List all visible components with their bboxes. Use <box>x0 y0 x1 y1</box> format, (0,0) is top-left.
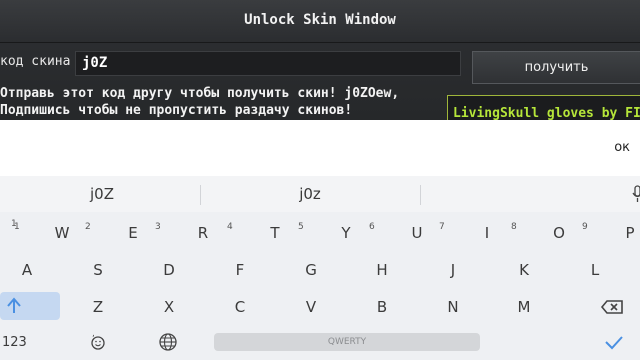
key-m[interactable]: M <box>504 292 544 322</box>
key-p-hint: 9 <box>582 222 588 232</box>
key-d-label: D <box>163 261 175 279</box>
key-g-label: G <box>305 261 317 279</box>
key-s[interactable]: S <box>78 255 118 285</box>
key-h[interactable]: H <box>362 255 402 285</box>
key-i-hint: 7 <box>439 222 445 232</box>
key-x[interactable]: X <box>149 292 189 322</box>
key-e-hint: 2 <box>85 222 91 232</box>
key-t[interactable]: T4 <box>227 218 295 248</box>
key-b-label: B <box>376 298 388 316</box>
key-a[interactable]: A <box>7 255 47 285</box>
enter-key[interactable] <box>594 327 634 357</box>
key-v-label: V <box>305 298 317 316</box>
emoji-key[interactable]: , <box>78 327 118 357</box>
space-bar[interactable]: QWERTY <box>214 333 480 351</box>
checkmark-icon <box>605 336 623 350</box>
key-o[interactable]: O8 <box>511 218 579 248</box>
emoji-key-hint: , <box>92 329 95 339</box>
smiley-icon <box>91 336 105 350</box>
backspace-key[interactable] <box>590 292 630 322</box>
key-s-label: S <box>93 261 103 279</box>
skin-name: LivingSkull gloves by FIR <box>453 106 640 120</box>
input-ok-bar: ок <box>0 120 640 176</box>
key-k[interactable]: K <box>504 255 544 285</box>
key-r-label: R <box>197 224 209 242</box>
key-r-hint: 3 <box>155 222 161 232</box>
key-x-label: X <box>163 298 175 316</box>
key-n-label: N <box>447 298 459 316</box>
window-title: Unlock Skin Window <box>244 12 396 28</box>
key-e-label: E <box>128 224 138 242</box>
suggestion-2[interactable]: j0z <box>235 185 385 203</box>
key-m-label: M <box>517 298 531 316</box>
key-c[interactable]: C <box>220 292 260 322</box>
key-k-label: K <box>519 261 529 279</box>
key-u-label: U <box>411 224 423 242</box>
key-v[interactable]: V <box>291 292 331 322</box>
key-a-label: A <box>21 261 33 279</box>
key-p-label: P <box>625 224 635 242</box>
key-d[interactable]: D <box>149 255 189 285</box>
subscribe-message: Подпишись чтобы не пропустить раздачу ск… <box>0 103 353 118</box>
key-l[interactable]: L <box>575 255 615 285</box>
key-f-label: F <box>235 261 245 279</box>
key-w[interactable]: W1 <box>14 218 82 248</box>
suggestion-divider <box>420 185 421 205</box>
key-p[interactable]: P9 <box>582 218 640 248</box>
key-e[interactable]: E2 <box>85 218 153 248</box>
skin-code-input[interactable]: j0Z <box>75 51 461 76</box>
key-z-label: Z <box>92 298 104 316</box>
key-t-hint: 4 <box>227 222 233 232</box>
key-g[interactable]: G <box>291 255 331 285</box>
backspace-icon <box>600 300 623 314</box>
key-j[interactable]: J <box>433 255 473 285</box>
key-q-hint: 1 <box>11 219 17 229</box>
key-b[interactable]: B <box>362 292 402 322</box>
globe-icon <box>159 333 177 351</box>
language-key[interactable] <box>148 327 188 357</box>
key-j-label: J <box>450 261 456 279</box>
key-y-hint: 5 <box>298 222 304 232</box>
code-label: код скина <box>0 54 71 69</box>
suggestion-strip: j0Z j0z <box>0 176 640 212</box>
key-t-label: T <box>270 224 280 242</box>
key-u-hint: 6 <box>369 222 375 232</box>
suggestion-1[interactable]: j0Z <box>27 185 177 203</box>
shift-key[interactable] <box>0 292 60 320</box>
key-o-hint: 8 <box>511 222 517 232</box>
key-w-label: W <box>54 224 70 242</box>
key-l-label: L <box>590 261 600 279</box>
suggestion-divider <box>200 185 201 205</box>
on-screen-keyboard: j0Z j0z W1E2R3T4Y5U6I7O8P91 ASDFGHJKL ZX… <box>0 176 640 360</box>
ok-button[interactable]: ок <box>614 140 630 155</box>
share-message: Отправь этот код другу чтобы получить ск… <box>0 86 400 101</box>
key-n[interactable]: N <box>433 292 473 322</box>
window-titlebar: Unlock Skin Window <box>0 0 640 43</box>
numbers-key[interactable]: 123 <box>2 335 27 350</box>
skin-panel: LivingSkull gloves by FIR <box>447 95 640 120</box>
shift-arrow-icon <box>7 297 21 313</box>
key-u[interactable]: U6 <box>369 218 437 248</box>
key-r[interactable]: R3 <box>155 218 223 248</box>
unlock-skin-window: Unlock Skin Window код скина j0Z получит… <box>0 0 640 120</box>
key-z[interactable]: Z <box>78 292 118 322</box>
key-f[interactable]: F <box>220 255 260 285</box>
get-button[interactable]: получить <box>472 51 640 84</box>
key-c-label: C <box>234 298 246 316</box>
key-y-label: Y <box>341 224 351 242</box>
microphone-icon[interactable] <box>632 184 640 204</box>
key-y[interactable]: Y5 <box>298 218 366 248</box>
key-h-label: H <box>376 261 388 279</box>
key-o-label: O <box>553 224 565 242</box>
key-i[interactable]: I7 <box>439 218 507 248</box>
key-i-label: I <box>484 224 490 242</box>
